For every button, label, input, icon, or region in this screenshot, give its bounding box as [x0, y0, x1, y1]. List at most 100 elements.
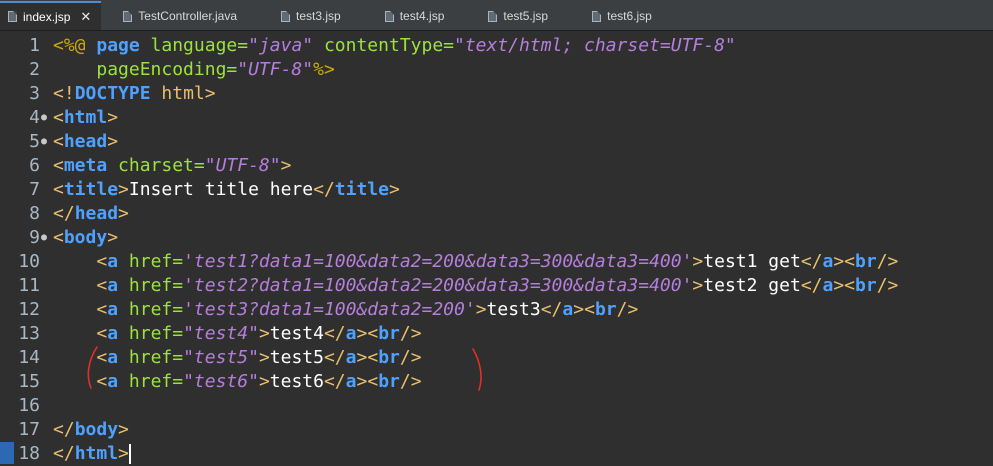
code-token: >: [258, 347, 270, 368]
tab-index-jsp[interactable]: index.jsp ✕: [0, 1, 102, 30]
code-token: </: [313, 179, 335, 200]
line-number: 17: [18, 419, 40, 440]
tab-test6-jsp[interactable]: test6.jsp: [584, 2, 662, 30]
code-token: >: [692, 251, 704, 272]
code-token: meta: [63, 155, 119, 176]
code-token: >: [388, 179, 400, 200]
tab-label: index.jsp: [23, 9, 71, 24]
close-icon[interactable]: ✕: [80, 9, 91, 25]
code-line[interactable]: 14 <a href="test5">test5</a><br/>: [0, 346, 993, 370]
code-token: test2 get: [703, 275, 801, 296]
editor-tab-bar: index.jsp ✕ TestController.java test3.jsp te…: [0, 0, 993, 31]
code-line[interactable]: 16: [0, 394, 993, 418]
code-token: test1 get: [703, 251, 801, 272]
code-token: </: [540, 299, 563, 320]
code-token: </: [53, 203, 75, 224]
code-token: >: [118, 419, 129, 440]
file-icon: [488, 10, 498, 22]
fold-toggle-icon[interactable]: ●: [41, 106, 47, 130]
code-token: test6: [269, 371, 324, 392]
code-token: >: [107, 227, 119, 248]
code-token: <: [96, 299, 108, 320]
code-editor[interactable]: 1 <%@ page language="java" contentType="t…: [0, 31, 993, 464]
code-token: ><: [833, 251, 856, 272]
tab-testcontroller-java[interactable]: TestController.java: [115, 2, 247, 30]
code-line[interactable]: 5 ● <head>: [0, 130, 993, 154]
tab-test3-jsp[interactable]: test3.jsp: [273, 2, 351, 30]
code-text: </body>: [53, 418, 129, 442]
code-token: </: [323, 371, 346, 392]
code-token: 'test3?data1=100&data2=200': [183, 299, 476, 320]
code-token: contentType=: [323, 35, 454, 56]
code-text: </html>: [53, 442, 131, 466]
file-icon: [281, 10, 290, 22]
code-token: a: [107, 299, 129, 320]
file-icon: [123, 10, 133, 22]
code-token: <: [96, 251, 108, 272]
code-line[interactable]: 2 pageEncoding="UTF-8"%>: [0, 58, 993, 82]
code-line[interactable]: 12 <a href='test3?data1=100&data2=200'>t…: [0, 298, 993, 322]
code-token: html: [161, 83, 205, 104]
code-token: a: [107, 371, 129, 392]
code-token: href=: [128, 275, 184, 296]
code-token: >: [118, 443, 129, 464]
code-line[interactable]: 18 </html>: [0, 442, 993, 466]
code-line[interactable]: 15 <a href="test6">test6</a><br/>: [0, 370, 993, 394]
code-line[interactable]: 4 ● <html>: [0, 106, 993, 130]
tab-label: test5.jsp: [503, 9, 549, 23]
code-token: >: [258, 323, 270, 344]
code-line[interactable]: 10 <a href='test1?data1=100&data2=200&da…: [0, 250, 993, 274]
code-line[interactable]: 7 <title>Insert title here</title>: [0, 178, 993, 202]
line-number: 7: [29, 179, 40, 200]
code-text: <%@ page language="java" contentType="te…: [53, 34, 736, 58]
code-text: pageEncoding="UTF-8"%>: [53, 58, 334, 82]
tab-test5-jsp[interactable]: test5.jsp: [480, 2, 558, 30]
code-token: <: [53, 227, 64, 248]
code-text: <meta charset="UTF-8">: [53, 154, 291, 178]
code-token: br: [378, 371, 400, 392]
code-text: <html>: [53, 106, 118, 130]
code-token: html: [63, 107, 108, 128]
code-token: />: [399, 347, 422, 368]
code-line[interactable]: 8 </head>: [0, 202, 993, 226]
code-line[interactable]: 1 <%@ page language="java" contentType="t…: [0, 34, 993, 58]
code-token: href=: [128, 371, 184, 392]
code-token: head: [74, 203, 119, 224]
code-token: </: [800, 251, 823, 272]
file-icon: [592, 10, 602, 22]
line-number: 14: [18, 347, 40, 368]
code-line[interactable]: 11 <a href='test2?data1=100&data2=200&da…: [0, 274, 993, 298]
code-token: ><: [833, 275, 856, 296]
code-token: </: [800, 275, 823, 296]
tab-test4-jsp[interactable]: test4.jsp: [377, 2, 455, 30]
code-token: "text/html; charset=UTF-8": [454, 35, 736, 56]
code-token: "UTF-8": [204, 155, 281, 176]
code-text: <a href='test2?data1=100&data2=200&data3…: [53, 274, 898, 298]
code-line[interactable]: 9 ● <body>: [0, 226, 993, 250]
code-line[interactable]: 3 <!DOCTYPE html>: [0, 82, 993, 106]
code-token: DOCTYPE: [74, 83, 162, 104]
code-token: 'test2?data1=100&data2=200&data3=300&dat…: [183, 275, 693, 296]
code-token: a: [345, 347, 357, 368]
code-token: >: [258, 371, 270, 392]
code-line[interactable]: 6 <meta charset="UTF-8">: [0, 154, 993, 178]
code-token: br: [378, 323, 400, 344]
fold-toggle-icon[interactable]: ●: [41, 130, 47, 154]
code-token: a: [822, 251, 834, 272]
code-token: a: [107, 347, 129, 368]
line-number: 10: [18, 251, 40, 272]
code-line[interactable]: 13 <a href="test4">test4</a><br/>: [0, 322, 993, 346]
code-text: <title>Insert title here</title>: [53, 178, 400, 202]
file-icon: [8, 11, 17, 22]
fold-toggle-icon[interactable]: ●: [41, 226, 47, 250]
code-token: a: [345, 371, 357, 392]
code-token: ><: [356, 323, 379, 344]
code-token: >: [118, 179, 129, 200]
code-line[interactable]: 17 </body>: [0, 418, 993, 442]
code-token: >: [107, 107, 119, 128]
